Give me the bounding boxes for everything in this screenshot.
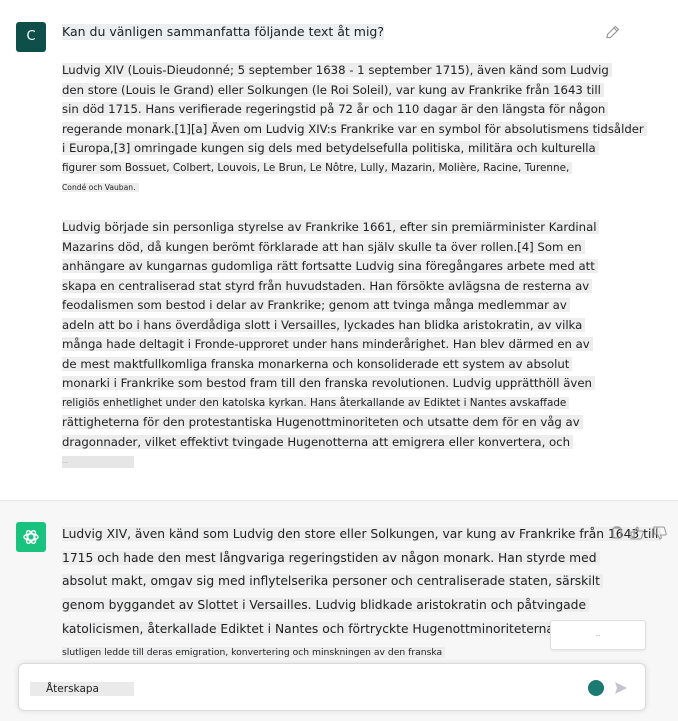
answer-line: absolut makt, omgav sig med inflytelseri… xyxy=(62,570,603,594)
prompt-line: många hade deltagit i Fronde-upproret un… xyxy=(62,335,602,355)
prompt-line: Condé och Vauban. xyxy=(62,178,602,198)
tooltip: … xyxy=(550,620,646,650)
prompt-line: den store (Louis le Grand) eller Solkung… xyxy=(62,81,604,101)
prompt-line: sin död 1715. Hans verifierade regerings… xyxy=(62,100,609,120)
prompt-line: figurer som Bossuet, Colbert, Louvois, L… xyxy=(62,159,602,179)
prompt-line: anhängare av kungarnas gudomliga rätt fo… xyxy=(62,257,602,277)
prompt-line: de mest maktfullkomliga franska monarker… xyxy=(62,355,602,375)
prompt-line: Mazarins död, då kungen berömt förklarad… xyxy=(62,238,602,258)
openai-logo-icon xyxy=(23,530,39,544)
answer-line: katolicismen, återkallade Ediktet i Nant… xyxy=(62,618,602,642)
prompt-line: skapa en centraliserad stat styrd från h… xyxy=(62,277,602,297)
prompt-line: rättigheterna för den protestantiska Hug… xyxy=(62,413,602,433)
truncated-line: … xyxy=(62,456,134,468)
prompt-line: regerande monark.[1][a] Även om Ludvig X… xyxy=(62,120,647,140)
loading-spinner-icon xyxy=(588,680,604,696)
prompt-line: Ludvig XIV (Louis-Dieudonné; 5 september… xyxy=(62,61,612,81)
copy-icon[interactable] xyxy=(609,525,625,541)
thumbs-down-icon[interactable] xyxy=(652,525,668,541)
prompt-line: adeln att bo i hans överdådiga slott i V… xyxy=(62,316,602,336)
prompt-title: Kan du vänligen sammanfatta följande tex… xyxy=(62,24,384,40)
prompt-line: religiös enhetlighet under den katolska … xyxy=(62,394,602,414)
assistant-avatar xyxy=(16,522,46,552)
regenerate-button[interactable]: Återskapa xyxy=(30,682,134,696)
prompt-line: dragonnader, vilket effektivt tvingade H… xyxy=(62,433,602,453)
prompt-paragraph-1: Ludvig XIV (Louis-Dieudonné; 5 september… xyxy=(62,61,647,198)
answer-line: slutligen ledde till deras emigration, k… xyxy=(62,641,602,665)
prompt-line: feodalismen som bestod i delar av Frankr… xyxy=(62,296,602,316)
thumbs-up-icon[interactable] xyxy=(629,525,645,541)
assistant-answer: Ludvig XIV, även känd som Ludvig den sto… xyxy=(62,523,662,665)
edit-icon[interactable] xyxy=(605,24,621,40)
answer-line: Ludvig XIV, även känd som Ludvig den sto… xyxy=(62,523,662,547)
prompt-line: Ludvig började sin personliga styrelse a… xyxy=(62,218,602,238)
prompt-paragraph-2: Ludvig började sin personliga styrelse a… xyxy=(62,218,602,452)
send-icon[interactable] xyxy=(613,680,629,696)
answer-line: 1715 och hade den mest långvariga regeri… xyxy=(62,547,602,571)
answer-line: genom byggandet av Slottet i Versailles.… xyxy=(62,594,602,618)
user-avatar: C xyxy=(16,22,46,52)
prompt-line: monarki i Frankrike som bestod fram till… xyxy=(62,374,602,394)
prompt-line: i Europa,[3] omringade kungen sig dels m… xyxy=(62,139,602,159)
regenerate-label: Återskapa xyxy=(46,683,99,695)
